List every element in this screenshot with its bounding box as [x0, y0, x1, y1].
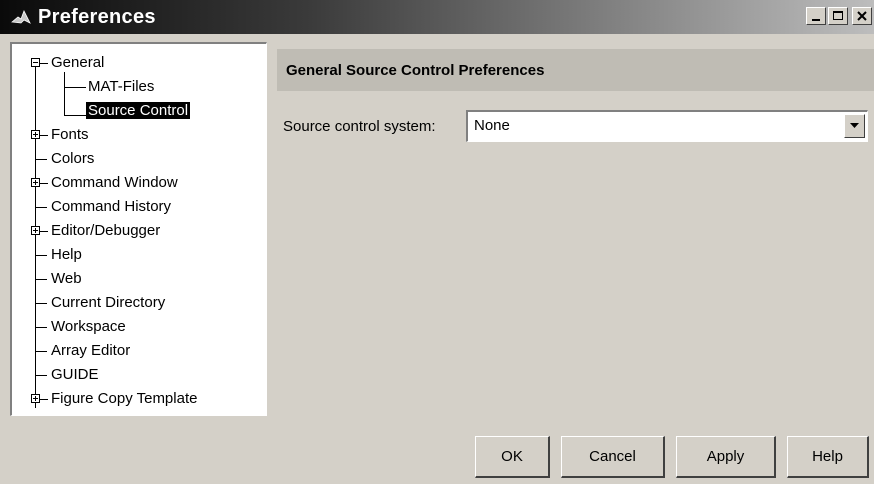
tree-item-label: Command History [51, 198, 172, 215]
tree-item-web[interactable]: Web [35, 268, 82, 290]
tree-item-general[interactable]: General [31, 52, 104, 74]
tree-item-figure-copy-template[interactable]: Figure Copy Template [31, 388, 197, 410]
tree-item-help[interactable]: Help [35, 244, 82, 266]
panel-header: General Source Control Preferences [277, 49, 874, 91]
tree-item-colors[interactable]: Colors [35, 148, 94, 170]
tree-item-label: Workspace [51, 318, 126, 335]
tree-item-command-history[interactable]: Command History [35, 196, 171, 218]
tree-item-fonts[interactable]: Fonts [31, 124, 89, 146]
collapse-icon[interactable] [31, 58, 40, 67]
tree-item-guide[interactable]: GUIDE [35, 364, 99, 386]
source-control-select[interactable]: None [466, 110, 868, 142]
maximize-icon[interactable] [828, 7, 848, 25]
tree-item-label: Web [51, 270, 82, 287]
expand-icon[interactable] [31, 130, 40, 139]
tree-item-array-editor[interactable]: Array Editor [35, 340, 130, 362]
tree-item-label: MAT-Files [88, 78, 155, 95]
cancel-button[interactable]: Cancel [561, 436, 665, 478]
expand-icon[interactable] [31, 178, 40, 187]
tree-item-label: Source Control [86, 102, 191, 119]
matlab-logo-icon [10, 6, 32, 28]
tree-item-mat-files[interactable]: MAT-Files [64, 76, 154, 98]
tree-item-source-control[interactable]: Source Control [64, 100, 191, 122]
tree-item-label: Fonts [51, 126, 89, 143]
close-icon[interactable] [852, 7, 872, 25]
tree-item-label: Colors [51, 150, 95, 167]
expand-icon[interactable] [31, 226, 40, 235]
tree-item-label: Command Window [51, 174, 178, 191]
tree-item-label: Figure Copy Template [51, 390, 198, 407]
tree-item-label: Array Editor [51, 342, 131, 359]
tree-item-editor-debugger[interactable]: Editor/Debugger [31, 220, 160, 242]
preferences-tree[interactable]: General MAT-Files Source Control Fonts C… [10, 42, 267, 416]
tree-item-current-directory[interactable]: Current Directory [35, 292, 165, 314]
apply-button[interactable]: Apply [676, 436, 776, 478]
window-title: Preferences [38, 5, 156, 28]
tree-item-label: General [51, 54, 105, 71]
ok-button[interactable]: OK [475, 436, 550, 478]
minimize-icon[interactable] [806, 7, 826, 25]
tree-item-workspace[interactable]: Workspace [35, 316, 126, 338]
tree-item-label: GUIDE [51, 366, 99, 383]
tree-item-label: Help [51, 246, 82, 263]
panel-title: General Source Control Preferences [286, 61, 545, 79]
expand-icon[interactable] [31, 394, 40, 403]
tree-item-label: Current Directory [51, 294, 166, 311]
tree-item-label: Editor/Debugger [51, 222, 161, 239]
help-button[interactable]: Help [787, 436, 869, 478]
title-bar[interactable]: Preferences [0, 0, 874, 34]
select-value: None [474, 117, 510, 134]
chevron-down-icon[interactable] [844, 114, 865, 138]
tree-item-command-window[interactable]: Command Window [31, 172, 178, 194]
source-control-label: Source control system: [283, 118, 436, 135]
